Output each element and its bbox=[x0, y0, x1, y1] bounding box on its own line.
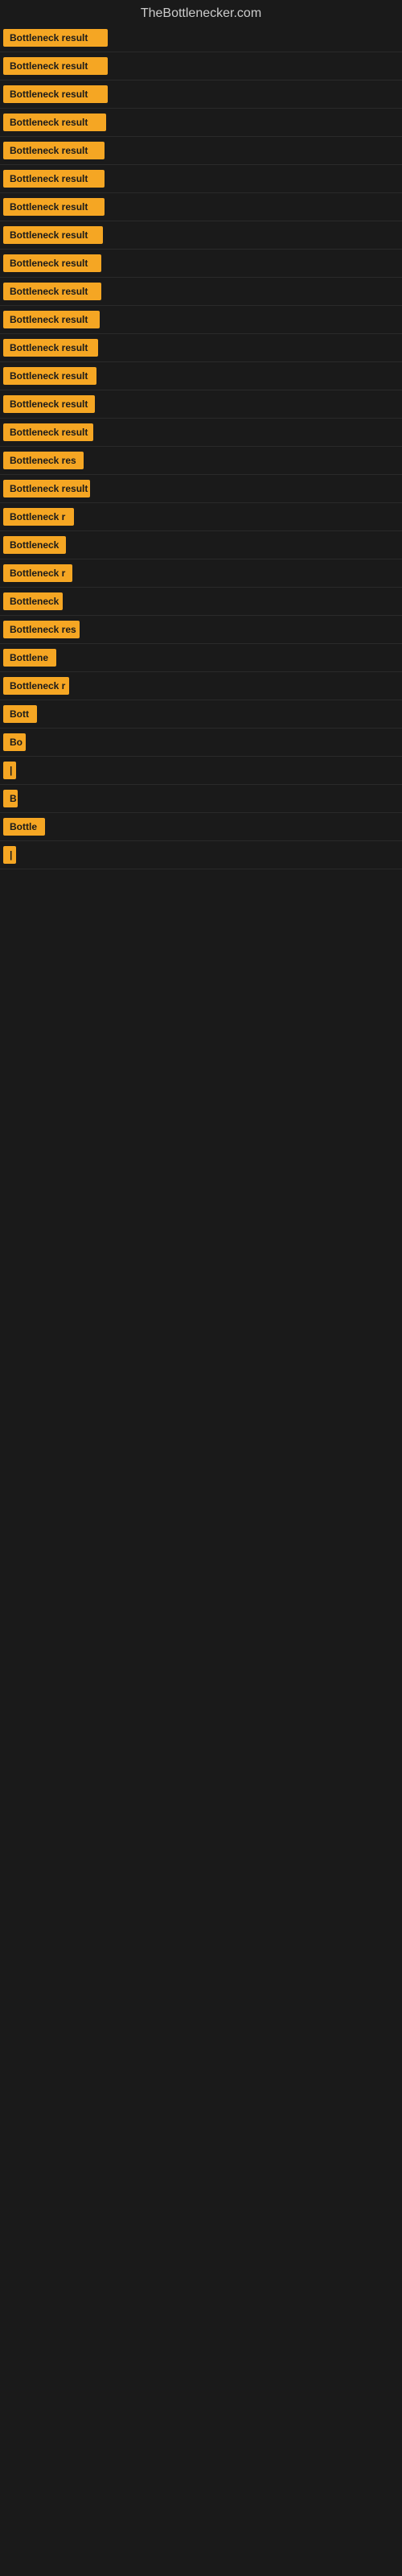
list-item: Bottleneck result bbox=[0, 137, 402, 165]
bottleneck-badge[interactable]: Bottleneck result bbox=[3, 254, 101, 272]
list-item: Bottleneck result bbox=[0, 221, 402, 250]
bottleneck-badge[interactable]: Bottleneck result bbox=[3, 29, 108, 47]
bottleneck-badge[interactable]: | bbox=[3, 762, 16, 779]
list-item: Bottlene bbox=[0, 644, 402, 672]
list-item: Bottle bbox=[0, 813, 402, 841]
list-item: Bottleneck res bbox=[0, 616, 402, 644]
bottleneck-badge[interactable]: Bottleneck result bbox=[3, 339, 98, 357]
bottleneck-badge[interactable]: Bottle bbox=[3, 818, 45, 836]
list-item: Bottleneck bbox=[0, 531, 402, 559]
bottleneck-badge[interactable]: Bottleneck result bbox=[3, 85, 108, 103]
bottleneck-badge[interactable]: Bottleneck res bbox=[3, 452, 84, 469]
list-item: Bott bbox=[0, 700, 402, 729]
list-item: Bottleneck r bbox=[0, 672, 402, 700]
bottleneck-badge[interactable]: Bottleneck result bbox=[3, 480, 90, 497]
list-item: B bbox=[0, 785, 402, 813]
list-item: Bottleneck res bbox=[0, 447, 402, 475]
bottleneck-badge[interactable]: B bbox=[3, 790, 18, 807]
bottleneck-badge[interactable]: Bottleneck result bbox=[3, 283, 101, 300]
list-item: Bottleneck result bbox=[0, 80, 402, 109]
bottleneck-badge[interactable]: Bottleneck r bbox=[3, 508, 74, 526]
bottleneck-badge[interactable]: Bottleneck r bbox=[3, 677, 69, 695]
list-item: Bo bbox=[0, 729, 402, 757]
list-item: Bottleneck result bbox=[0, 52, 402, 80]
bottleneck-badge[interactable]: Bottleneck result bbox=[3, 114, 106, 131]
bottleneck-badge[interactable]: Bottleneck result bbox=[3, 226, 103, 244]
list-item: Bottleneck result bbox=[0, 475, 402, 503]
site-title: TheBottlenecker.com bbox=[0, 0, 402, 24]
bottleneck-badge[interactable]: Bottleneck result bbox=[3, 423, 93, 441]
bottleneck-badge[interactable]: Bottleneck r bbox=[3, 564, 72, 582]
list-item: Bottleneck r bbox=[0, 559, 402, 588]
list-item: Bottleneck result bbox=[0, 193, 402, 221]
bottleneck-badge[interactable]: Bo bbox=[3, 733, 26, 751]
bottleneck-badge[interactable]: Bottleneck result bbox=[3, 57, 108, 75]
list-item: Bottleneck bbox=[0, 588, 402, 616]
bottleneck-badge[interactable]: Bottleneck result bbox=[3, 198, 105, 216]
list-item: Bottleneck result bbox=[0, 250, 402, 278]
bottleneck-badge[interactable]: Bottleneck bbox=[3, 592, 63, 610]
list-item: Bottleneck result bbox=[0, 278, 402, 306]
list-item: Bottleneck result bbox=[0, 109, 402, 137]
list-item: Bottleneck r bbox=[0, 503, 402, 531]
bottleneck-badge[interactable]: Bottleneck result bbox=[3, 142, 105, 159]
list-item: Bottleneck result bbox=[0, 419, 402, 447]
list-item: Bottleneck result bbox=[0, 24, 402, 52]
list-item: Bottleneck result bbox=[0, 390, 402, 419]
list-item: | bbox=[0, 757, 402, 785]
bottleneck-badge[interactable]: Bottleneck result bbox=[3, 311, 100, 328]
list-item: Bottleneck result bbox=[0, 306, 402, 334]
bottleneck-badge[interactable]: Bottleneck res bbox=[3, 621, 80, 638]
bottleneck-badge[interactable]: | bbox=[3, 846, 16, 864]
bottleneck-badge[interactable]: Bottleneck result bbox=[3, 170, 105, 188]
list-item: | bbox=[0, 841, 402, 869]
list-item: Bottleneck result bbox=[0, 165, 402, 193]
list-item: Bottleneck result bbox=[0, 334, 402, 362]
bottleneck-badge[interactable]: Bott bbox=[3, 705, 37, 723]
bottleneck-badge[interactable]: Bottleneck result bbox=[3, 367, 96, 385]
bottleneck-badge[interactable]: Bottleneck bbox=[3, 536, 66, 554]
bottleneck-badge[interactable]: Bottlene bbox=[3, 649, 56, 667]
bottleneck-badge[interactable]: Bottleneck result bbox=[3, 395, 95, 413]
list-item: Bottleneck result bbox=[0, 362, 402, 390]
